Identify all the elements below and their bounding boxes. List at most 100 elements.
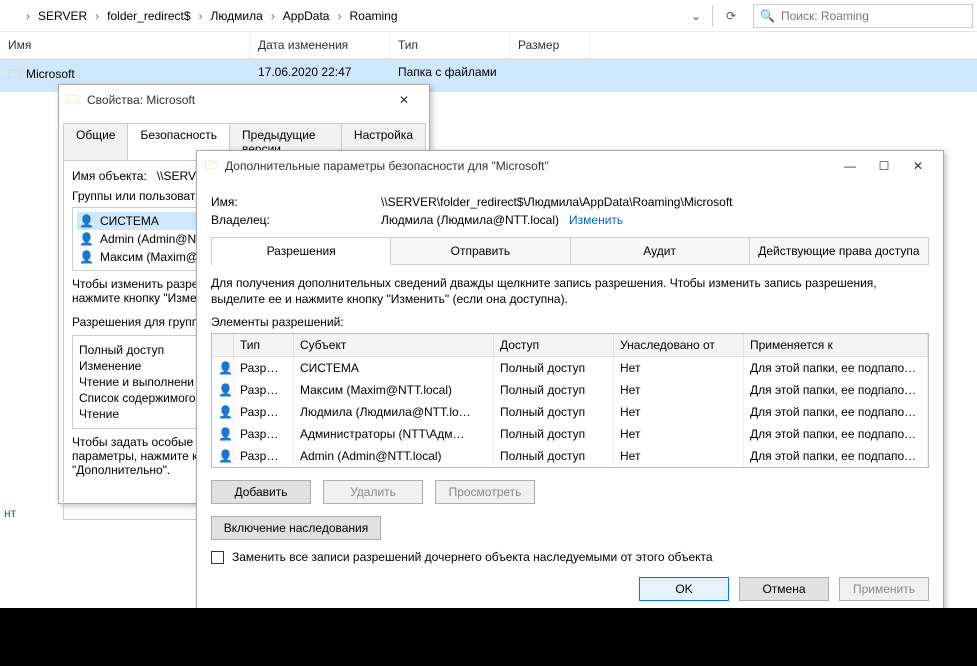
chevron-right-icon: › xyxy=(22,9,34,23)
cell-type: Разр… xyxy=(234,401,294,423)
change-owner-link[interactable]: Изменить xyxy=(569,213,623,227)
minimize-icon[interactable]: — xyxy=(833,159,867,173)
table-row[interactable]: 👤Разр…СИСТЕМАПолный доступНетДля этой па… xyxy=(212,357,928,379)
tab-permissions[interactable]: Разрешения xyxy=(212,238,391,265)
cell-inherited: Нет xyxy=(614,401,744,423)
name-value: \\SERVER\folder_redirect$\Людмила\AppDat… xyxy=(381,195,733,209)
cell-type: Разр… xyxy=(234,445,294,467)
table-row[interactable]: 👤Разр…Admin (Admin@NTT.local)Полный дост… xyxy=(212,445,928,467)
replace-checkbox-row[interactable]: Заменить все записи разрешений дочернего… xyxy=(211,550,929,564)
folder-icon: 🗀 xyxy=(205,156,217,177)
cell-applies: Для этой папки, ее подпапок … xyxy=(744,445,928,467)
view-button[interactable]: Просмотреть xyxy=(435,480,535,504)
column-header-name[interactable]: Имя xyxy=(0,32,250,58)
table-header-row: Тип Субъект Доступ Унаследовано от Приме… xyxy=(212,334,928,357)
search-input[interactable]: 🔍 Поиск: Roaming xyxy=(753,4,973,28)
breadcrumb-item[interactable]: AppData xyxy=(279,9,334,23)
user-icon: 👤 xyxy=(79,232,94,246)
add-button[interactable]: Добавить xyxy=(211,480,311,504)
chevron-right-icon: › xyxy=(195,9,207,23)
cell-subject: Администраторы (NTT\Адм… xyxy=(294,423,494,445)
column-header-size[interactable]: Размер xyxy=(510,32,590,58)
cell-subject: СИСТЕМА xyxy=(294,357,494,379)
tab-share[interactable]: Отправить xyxy=(391,238,570,265)
chevron-right-icon: › xyxy=(91,9,103,23)
cell-subject: Максим (Maxim@NTT.local) xyxy=(294,379,494,401)
explorer-address-bar: › SERVER › folder_redirect$ › Людмила › … xyxy=(0,0,977,32)
chevron-down-icon[interactable]: ⌄ xyxy=(686,9,706,23)
column-header-date[interactable]: Дата изменения xyxy=(250,32,390,58)
enable-inheritance-button[interactable]: Включение наследования xyxy=(211,516,381,540)
chevron-right-icon: › xyxy=(333,9,345,23)
refresh-icon[interactable]: ⟳ xyxy=(719,9,743,23)
breadcrumb-item[interactable]: Roaming xyxy=(345,9,401,23)
header-applies[interactable]: Применяется к xyxy=(744,334,928,356)
breadcrumb[interactable]: › SERVER › folder_redirect$ › Людмила › … xyxy=(4,9,686,23)
search-icon: 🔍 xyxy=(760,9,775,23)
taskbar-area xyxy=(0,608,977,666)
partial-link[interactable]: нт xyxy=(4,506,16,520)
cell-applies: Для этой папки, ее подпапок … xyxy=(744,357,928,379)
cell-type: Разр… xyxy=(234,357,294,379)
instruction-text: Для получения дополнительных сведений дв… xyxy=(211,275,929,307)
explorer-column-headers: Имя Дата изменения Тип Размер xyxy=(0,32,977,59)
replace-checkbox-label: Заменить все записи разрешений дочернего… xyxy=(232,550,713,564)
cell-access: Полный доступ xyxy=(494,379,614,401)
owner-label: Владелец: xyxy=(211,213,381,227)
table-row[interactable]: 👤Разр…Администраторы (NTT\Адм…Полный дос… xyxy=(212,423,928,445)
cell-access: Полный доступ xyxy=(494,401,614,423)
ok-button[interactable]: OK xyxy=(639,577,729,601)
user-icon: 👤 xyxy=(218,383,234,397)
close-icon[interactable]: ✕ xyxy=(901,159,935,173)
header-subject[interactable]: Субъект xyxy=(294,334,494,356)
user-icon: 👤 xyxy=(79,214,94,228)
tab-general[interactable]: Общие xyxy=(63,123,128,160)
advanced-security-dialog: 🗀 Дополнительные параметры безопасности … xyxy=(196,150,944,614)
window-title: Свойства: Microsoft xyxy=(87,93,387,107)
chevron-right-icon: › xyxy=(267,9,279,23)
tab-audit[interactable]: Аудит xyxy=(571,238,750,265)
user-icon: 👤 xyxy=(79,250,94,264)
cell-applies: Для этой папки, ее подпапок … xyxy=(744,379,928,401)
object-name-label: Имя объекта: xyxy=(72,169,147,183)
titlebar[interactable]: 🗀 Дополнительные параметры безопасности … xyxy=(197,151,943,181)
folder-icon: 🗀 xyxy=(67,90,79,111)
cell-subject: Admin (Admin@NTT.local) xyxy=(294,445,494,467)
breadcrumb-item[interactable]: folder_redirect$ xyxy=(103,9,194,23)
tab-effective-access[interactable]: Действующие права доступа xyxy=(750,238,928,265)
item-size xyxy=(510,59,590,92)
close-icon[interactable]: ✕ xyxy=(387,93,421,107)
adv-tab-strip: Разрешения Отправить Аудит Действующие п… xyxy=(211,237,929,265)
user-icon: 👤 xyxy=(218,405,234,419)
user-icon: 👤 xyxy=(218,427,234,441)
permissions-table[interactable]: Тип Субъект Доступ Унаследовано от Приме… xyxy=(211,333,929,468)
apply-button[interactable]: Применить xyxy=(839,577,929,601)
column-header-type[interactable]: Тип xyxy=(390,32,510,58)
delete-button[interactable]: Удалить xyxy=(323,480,423,504)
separator xyxy=(712,5,713,27)
cell-access: Полный доступ xyxy=(494,423,614,445)
search-placeholder: Поиск: Roaming xyxy=(781,9,869,23)
breadcrumb-item[interactable]: SERVER xyxy=(34,9,91,23)
checkbox-icon[interactable] xyxy=(211,551,224,564)
cell-inherited: Нет xyxy=(614,423,744,445)
cell-inherited: Нет xyxy=(614,445,744,467)
table-row[interactable]: 👤Разр…Людмила (Людмила@NTT.lo…Полный дос… xyxy=(212,401,928,423)
owner-value: Людмила (Людмила@NTT.local) xyxy=(381,213,559,227)
maximize-icon[interactable]: ☐ xyxy=(867,159,901,173)
cancel-button[interactable]: Отмена xyxy=(739,577,829,601)
cell-type: Разр… xyxy=(234,423,294,445)
cell-subject: Людмила (Людмила@NTT.lo… xyxy=(294,401,494,423)
breadcrumb-item[interactable]: Людмила xyxy=(207,9,267,23)
header-inherited[interactable]: Унаследовано от xyxy=(614,334,744,356)
user-icon: 👤 xyxy=(218,361,234,375)
table-row[interactable]: 👤Разр…Максим (Maxim@NTT.local)Полный дос… xyxy=(212,379,928,401)
user-icon: 👤 xyxy=(218,449,234,463)
folder-icon: 🗀 xyxy=(8,67,20,81)
titlebar[interactable]: 🗀 Свойства: Microsoft ✕ xyxy=(59,85,429,115)
cell-applies: Для этой папки, ее подпапок … xyxy=(744,401,928,423)
header-type[interactable]: Тип xyxy=(234,334,294,356)
cell-applies: Для этой папки, ее подпапок … xyxy=(744,423,928,445)
header-access[interactable]: Доступ xyxy=(494,334,614,356)
name-label: Имя: xyxy=(211,195,381,209)
